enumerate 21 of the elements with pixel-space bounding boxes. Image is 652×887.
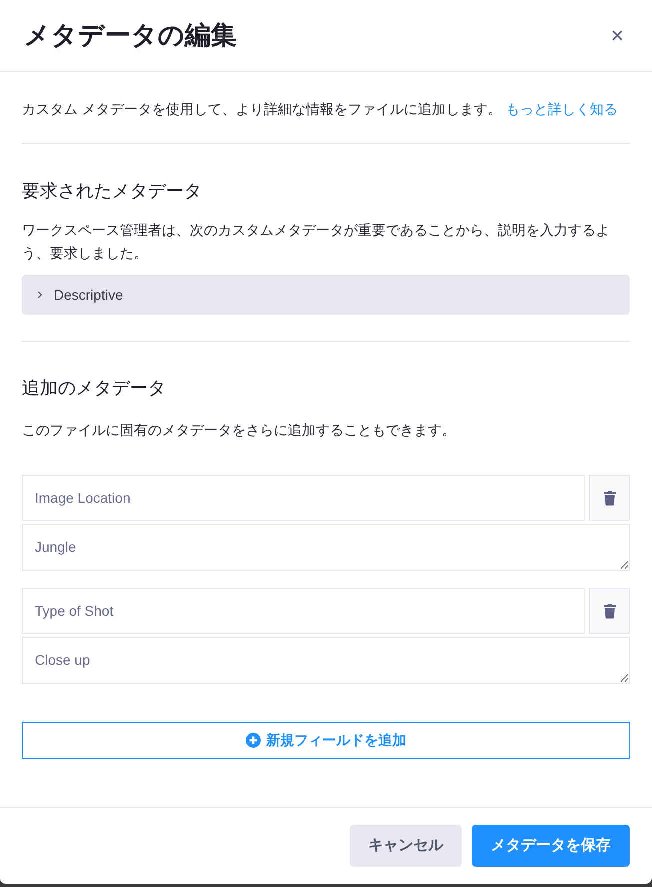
section-description: このファイルに固有のメタデータをさらに追加することもできます。 [22,421,457,440]
trash-icon [602,490,616,506]
field-value-input[interactable]: Jungle [22,524,630,571]
field-name-input[interactable]: Image Location [22,475,585,521]
dialog-title: メタデータの編集 [24,19,237,52]
add-field-button[interactable]: 新規フィールドを追加 [22,722,630,759]
delete-button[interactable] [589,475,630,521]
save-button[interactable]: メタデータを保存 [472,825,630,867]
field-value-input[interactable]: Close up [22,637,630,684]
accordion-header[interactable]: Descriptive [22,275,630,315]
delete-button[interactable] [589,588,630,634]
learn-more-link[interactable]: もっと詳しく知る [506,101,618,117]
intro-text: カスタム メタデータを使用して、より詳細な情報をファイルに追加します。 もっと詳しく知る [22,98,630,144]
plus-circle-icon [246,733,260,748]
section-heading: 追加のメタデータ [22,377,167,400]
close-button[interactable]: × [607,24,628,46]
section-description: ワークスペース管理者は、次のカスタムメタデータが重要であることから、説明を入力するよう、要求しました。 [22,221,611,263]
cancel-button[interactable]: キャンセル [350,825,462,867]
field-name-input[interactable]: Type of Shot [22,588,585,634]
section-heading: 要求されたメタデータ [22,180,203,203]
trash-icon [602,603,616,619]
